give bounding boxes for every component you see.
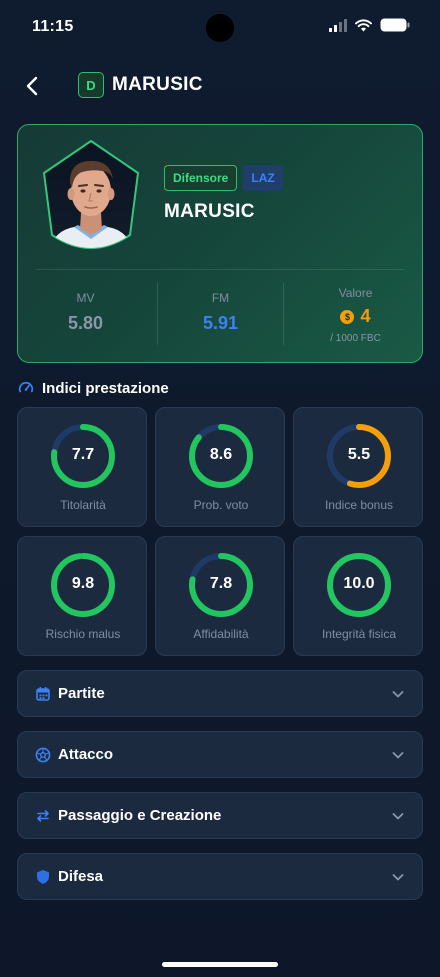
stat-valore: Valore $ 4 / 1000 FBC <box>288 269 422 362</box>
metric-label: Titolarità <box>60 498 106 512</box>
stat-mv-label: MV <box>76 291 95 305</box>
status-icons <box>329 18 410 32</box>
role-badge: Difensore <box>164 165 238 191</box>
chevron-down-icon <box>392 752 404 759</box>
front-camera <box>206 14 234 42</box>
accordion-attacco[interactable]: Attacco <box>17 731 423 778</box>
soccer-ball-icon <box>35 747 51 763</box>
stat-fm: FM 5.91 <box>153 269 288 362</box>
performance-title: Indici prestazione <box>42 379 169 397</box>
cellular-signal-icon <box>329 18 347 32</box>
page-title: MARUSIC <box>112 74 203 95</box>
chevron-down-icon <box>392 874 404 881</box>
accordion-difesa[interactable]: Difesa <box>17 853 423 900</box>
metric-card-prob-voto: 8.6 Prob. voto <box>155 407 285 527</box>
accordion-label: Attacco <box>58 746 114 763</box>
stat-valore-label: Valore <box>338 286 373 300</box>
metric-card-indice-bonus: 5.5 Indice bonus <box>293 407 423 527</box>
stat-valore-unit: / 1000 FBC <box>330 333 381 344</box>
metric-label: Prob. voto <box>193 498 249 512</box>
battery-icon <box>380 18 410 32</box>
back-button[interactable] <box>18 70 46 102</box>
wifi-icon <box>355 18 372 31</box>
metric-card-affidabilita: 7.8 Affidabilità <box>155 536 285 656</box>
player-badges: Difensore LAZ <box>164 165 283 191</box>
stat-mv: MV 5.80 <box>18 269 153 362</box>
accordion-passaggio-creazione[interactable]: Passaggio e Creazione <box>17 792 423 839</box>
avatar <box>38 139 144 255</box>
team-badge: LAZ <box>243 165 283 191</box>
metric-value: 10.0 <box>343 575 375 592</box>
metric-card-rischio-malus: 9.8 Rischio malus <box>17 536 147 656</box>
stat-mv-value: 5.80 <box>67 313 104 333</box>
accordion-label: Difesa <box>58 868 104 885</box>
status-time: 11:15 <box>32 18 74 35</box>
accordion-label: Partite <box>58 685 105 702</box>
player-portrait-image <box>42 139 140 249</box>
metric-label: Integrità fisica <box>321 627 397 641</box>
player-card: Difensore LAZ MARUSIC MV 5.80 FM 5.91 Va… <box>17 124 423 363</box>
metric-card-titolarita: 7.7 Titolarità <box>17 407 147 527</box>
metric-card-integrita-fisica: 10.0 Integrità fisica <box>293 536 423 656</box>
performance-section-title: Indici prestazione <box>18 377 169 399</box>
stat-fm-label: FM <box>211 291 230 305</box>
metric-value: 9.8 <box>71 575 95 592</box>
calendar-icon <box>36 687 50 701</box>
swap-arrows-icon <box>37 810 49 822</box>
metric-value: 5.5 <box>347 446 371 463</box>
stat-separator <box>283 283 284 345</box>
chevron-left-icon <box>26 76 38 96</box>
position-badge: D <box>78 72 104 98</box>
stat-valore-value: 4 <box>360 306 371 326</box>
stat-fm-value: 5.91 <box>202 313 239 333</box>
chevron-down-icon <box>392 813 404 820</box>
player-detail-screen: 11:15 D MARUSIC Difensore LAZ MARUSIC MV… <box>0 0 440 977</box>
metric-label: Affidabilità <box>193 627 249 641</box>
home-indicator[interactable] <box>162 962 278 967</box>
coin-icon: $ <box>340 309 355 324</box>
chevron-down-icon <box>392 691 404 698</box>
top-app-bar: D MARUSIC <box>0 66 440 106</box>
stat-valore-value-row: $ 4 <box>288 306 422 327</box>
metric-value: 7.7 <box>71 446 95 463</box>
accordion-label: Passaggio e Creazione <box>58 807 222 824</box>
shield-icon <box>37 870 49 884</box>
status-bar: 11:15 <box>0 0 440 56</box>
speedometer-icon <box>18 381 34 393</box>
metric-label: Rischio malus <box>45 627 121 641</box>
player-name: MARUSIC <box>164 201 255 222</box>
metric-label: Indice bonus <box>324 498 394 512</box>
accordion-partite[interactable]: Partite <box>17 670 423 717</box>
metric-value: 8.6 <box>209 446 233 463</box>
metric-value: 7.8 <box>209 575 233 592</box>
